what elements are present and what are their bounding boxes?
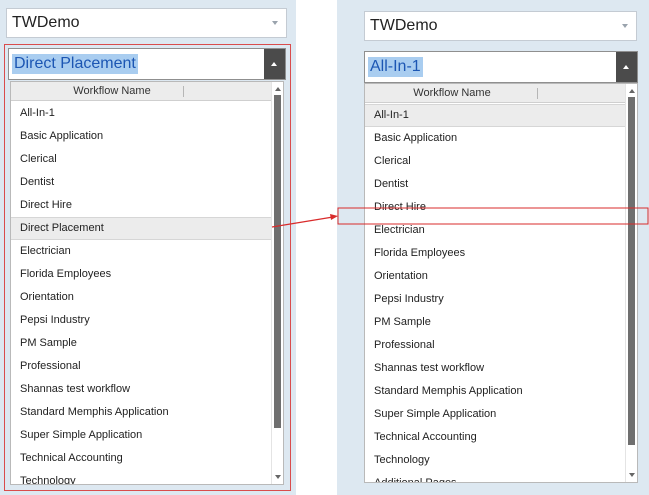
workflow-combobox[interactable]: Direct Placement (8, 48, 286, 80)
left-panel: TWDemo Direct Placement Workflow Name Al… (0, 0, 296, 495)
list-item[interactable]: Technology (11, 470, 271, 484)
list-item[interactable]: Super Simple Application (365, 403, 625, 426)
list-item[interactable]: Professional (365, 334, 625, 357)
company-select[interactable]: TWDemo (6, 8, 287, 38)
chevron-down-icon[interactable] (272, 21, 278, 25)
scrollbar-thumb[interactable] (274, 95, 281, 428)
workflow-combobox-value[interactable]: Direct Placement (12, 54, 138, 74)
list-item[interactable]: Direct Hire (365, 196, 625, 219)
list-item[interactable]: Technical Accounting (365, 426, 625, 449)
list-item[interactable]: All-In-1 (11, 102, 271, 125)
list-item[interactable]: Direct Placement (11, 217, 271, 240)
workflow-rows: All-In-1 Basic Application Clerical Dentist… (11, 102, 271, 484)
list-item[interactable]: Clerical (365, 150, 625, 173)
list-item[interactable]: Dentist (11, 171, 271, 194)
list-item[interactable]: PM Sample (11, 332, 271, 355)
workflow-rows: All-In-1 Basic Application Clerical Dentist… (365, 104, 625, 482)
caret-up-icon[interactable] (264, 49, 285, 79)
list-item[interactable]: Additional Pages (365, 472, 625, 482)
chevron-down-icon[interactable] (622, 24, 628, 28)
list-scrollbar[interactable] (625, 84, 637, 482)
list-item[interactable]: Standard Memphis Application (11, 401, 271, 424)
column-header[interactable]: Workflow Name (11, 82, 271, 101)
column-header[interactable]: Workflow Name (365, 84, 625, 103)
scroll-up-icon[interactable] (629, 89, 635, 93)
list-item[interactable]: Dentist (365, 173, 625, 196)
list-item[interactable]: Shannas test workflow (11, 378, 271, 401)
scroll-down-icon[interactable] (275, 475, 281, 479)
list-item[interactable]: Technical Accounting (11, 447, 271, 470)
caret-up-icon[interactable] (616, 52, 637, 82)
column-header-label: Workflow Name (413, 87, 491, 99)
list-item[interactable]: All-In-1 (365, 104, 625, 127)
list-item[interactable]: Orientation (11, 286, 271, 309)
list-item[interactable]: Super Simple Application (11, 424, 271, 447)
company-select-value: TWDemo (12, 14, 80, 31)
list-item[interactable]: Pepsi Industry (11, 309, 271, 332)
list-item[interactable]: Direct Hire (11, 194, 271, 217)
list-scrollbar[interactable] (271, 82, 283, 484)
list-item[interactable]: Orientation (365, 265, 625, 288)
list-item[interactable]: Pepsi Industry (365, 288, 625, 311)
list-item[interactable]: Florida Employees (11, 263, 271, 286)
list-item[interactable]: Electrician (11, 240, 271, 263)
column-header-label: Workflow Name (73, 85, 151, 97)
scroll-up-icon[interactable] (275, 87, 281, 91)
column-separator[interactable] (537, 88, 538, 99)
list-item[interactable]: Basic Application (365, 127, 625, 150)
right-panel: TWDemo All-In-1 Workflow Name All-In-1 Ba… (337, 0, 649, 495)
scroll-down-icon[interactable] (629, 473, 635, 477)
list-item[interactable]: Electrician (365, 219, 625, 242)
column-separator[interactable] (183, 86, 184, 97)
list-item[interactable]: Standard Memphis Application (365, 380, 625, 403)
workflow-combobox[interactable]: All-In-1 (364, 51, 638, 83)
list-item[interactable]: Clerical (11, 148, 271, 171)
workflow-list[interactable]: Workflow Name All-In-1 Basic Application C… (364, 83, 638, 483)
company-select[interactable]: TWDemo (364, 11, 637, 41)
workflow-list[interactable]: Workflow Name All-In-1 Basic Application C… (10, 81, 284, 485)
list-item[interactable]: PM Sample (365, 311, 625, 334)
company-select-value: TWDemo (370, 17, 438, 34)
list-item[interactable]: Basic Application (11, 125, 271, 148)
list-item[interactable]: Florida Employees (365, 242, 625, 265)
workflow-combobox-value[interactable]: All-In-1 (368, 57, 423, 77)
list-item[interactable]: Technology (365, 449, 625, 472)
list-item[interactable]: Shannas test workflow (365, 357, 625, 380)
list-item[interactable]: Professional (11, 355, 271, 378)
scrollbar-thumb[interactable] (628, 97, 635, 445)
